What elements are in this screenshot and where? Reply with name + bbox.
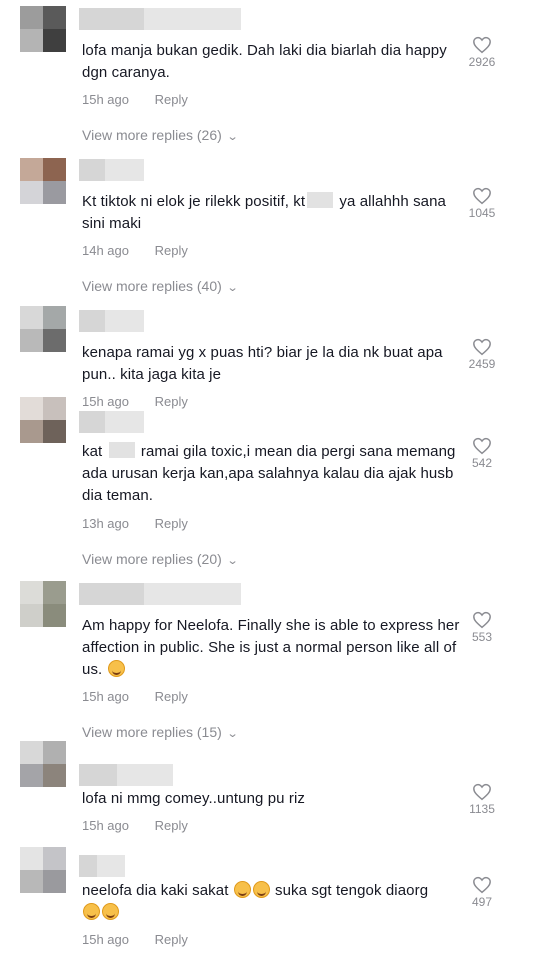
comment-item: Kt tiktok ni elok je rilekk positif, kt … xyxy=(0,150,536,300)
heart-outline-icon xyxy=(473,783,491,801)
comment-meta: 14h ago Reply xyxy=(82,243,188,258)
comment-meta: 15h ago Reply xyxy=(82,932,188,947)
like-count: 542 xyxy=(471,456,493,470)
view-more-replies[interactable]: View more replies (15) ⌄ xyxy=(82,724,239,740)
heart-outline-icon xyxy=(473,876,491,894)
view-more-label: View more replies (20) xyxy=(82,551,222,567)
comment-item: lofa ni mmg comey..untung pu riz 15h ago… xyxy=(0,741,536,843)
smiling-face-emoji xyxy=(102,903,119,920)
username-redacted[interactable] xyxy=(79,411,144,433)
comment-text: Am happy for Neelofa. Finally she is abl… xyxy=(82,615,467,681)
comment-meta: 15h ago Reply xyxy=(82,818,188,833)
comment-text-part: Am happy for Neelofa. Finally she is abl… xyxy=(82,617,460,678)
chevron-down-icon: ⌄ xyxy=(226,131,239,143)
reply-button[interactable]: Reply xyxy=(155,516,188,531)
comment-text: neelofa dia kaki sakat suka sgt tengok d… xyxy=(82,880,467,924)
comment-text: kenapa ramai yg x puas hti? biar je la d… xyxy=(82,344,443,383)
like-button[interactable]: 2459 xyxy=(460,338,504,371)
comment-time: 15h ago xyxy=(82,689,129,704)
avatar[interactable] xyxy=(20,741,66,787)
chevron-down-icon: ⌄ xyxy=(226,728,239,740)
comment-item: lofa manja bukan gedik. Dah laki dia bia… xyxy=(0,0,536,150)
comment-item: kat ramai gila toxic,i mean dia pergi sa… xyxy=(0,395,536,573)
comment-text: kat ramai gila toxic,i mean dia pergi sa… xyxy=(82,441,467,507)
reply-button[interactable]: Reply xyxy=(155,689,188,704)
view-more-label: View more replies (26) xyxy=(82,127,222,143)
username-redacted[interactable] xyxy=(79,855,125,877)
comment-item: kenapa ramai yg x puas hti? biar je la d… xyxy=(0,300,536,409)
smiling-face-emoji xyxy=(83,903,100,920)
comment-meta: 13h ago Reply xyxy=(82,516,188,531)
reply-button[interactable]: Reply xyxy=(155,243,188,258)
view-more-replies[interactable]: View more replies (26) ⌄ xyxy=(82,127,239,143)
censored-word xyxy=(108,442,135,458)
heart-outline-icon xyxy=(473,338,491,356)
comment-item: neelofa dia kaki sakat suka sgt tengok d… xyxy=(0,843,536,960)
comment-item: Am happy for Neelofa. Finally she is abl… xyxy=(0,573,536,743)
comment-text-part: Kt tiktok ni elok je rilekk positif, kt xyxy=(82,193,306,210)
comment-time: 15h ago xyxy=(82,932,129,947)
username-redacted[interactable] xyxy=(79,8,241,30)
comment-time: 13h ago xyxy=(82,516,129,531)
username-redacted[interactable] xyxy=(79,583,241,605)
like-count: 2926 xyxy=(468,55,496,69)
comment-time: 15h ago xyxy=(82,92,129,107)
heart-outline-icon xyxy=(473,187,491,205)
heart-outline-icon xyxy=(473,437,491,455)
heart-outline-icon xyxy=(473,36,491,54)
like-count: 1045 xyxy=(468,206,496,220)
username-redacted[interactable] xyxy=(79,310,144,332)
like-button[interactable]: 497 xyxy=(460,876,504,909)
like-button[interactable]: 1045 xyxy=(460,187,504,220)
laughing-face-emoji xyxy=(252,881,270,898)
comment-text: lofa ni mmg comey..untung pu riz xyxy=(82,790,306,807)
avatar[interactable] xyxy=(20,158,66,204)
like-button[interactable]: 2926 xyxy=(460,36,504,69)
comment-text-part: suka sgt tengok diaorg xyxy=(270,882,429,899)
censored-word xyxy=(307,192,334,208)
avatar[interactable] xyxy=(20,847,66,893)
comment-text-part: kat xyxy=(82,443,107,460)
like-count: 553 xyxy=(471,630,493,644)
like-button[interactable]: 553 xyxy=(460,611,504,644)
comment-meta: 15h ago Reply xyxy=(82,92,188,107)
reply-button[interactable]: Reply xyxy=(155,818,188,833)
comment-text: lofa manja bukan gedik. Dah laki dia bia… xyxy=(82,42,447,81)
view-more-replies[interactable]: View more replies (20) ⌄ xyxy=(82,551,239,567)
comment-text: Kt tiktok ni elok je rilekk positif, kt … xyxy=(82,191,467,235)
reply-button[interactable]: Reply xyxy=(155,92,188,107)
like-count: 1135 xyxy=(469,802,495,816)
comment-text-part: ramai gila toxic,i mean dia pergi sana m… xyxy=(82,443,456,504)
comment-time: 15h ago xyxy=(82,818,129,833)
username-redacted[interactable] xyxy=(79,159,144,181)
comment-text-part: neelofa dia kaki sakat xyxy=(82,882,229,899)
view-more-label: View more replies (40) xyxy=(82,278,222,294)
avatar[interactable] xyxy=(20,397,66,443)
smiling-face-emoji xyxy=(107,660,125,677)
comment-time: 14h ago xyxy=(82,243,129,258)
like-button[interactable]: 1135 xyxy=(460,783,504,816)
laughing-face-emoji xyxy=(233,881,251,898)
like-button[interactable]: 542 xyxy=(460,437,504,470)
like-count: 497 xyxy=(471,895,493,909)
chevron-down-icon: ⌄ xyxy=(226,555,239,567)
chevron-down-icon: ⌄ xyxy=(226,282,239,294)
avatar[interactable] xyxy=(20,6,66,52)
like-count: 2459 xyxy=(468,357,496,371)
comment-meta: 15h ago Reply xyxy=(82,689,188,704)
avatar[interactable] xyxy=(20,581,66,627)
reply-button[interactable]: Reply xyxy=(155,932,188,947)
avatar[interactable] xyxy=(20,306,66,352)
view-more-label: View more replies (15) xyxy=(82,724,222,740)
heart-outline-icon xyxy=(473,611,491,629)
view-more-replies[interactable]: View more replies (40) ⌄ xyxy=(82,278,239,294)
username-redacted[interactable] xyxy=(79,764,173,786)
